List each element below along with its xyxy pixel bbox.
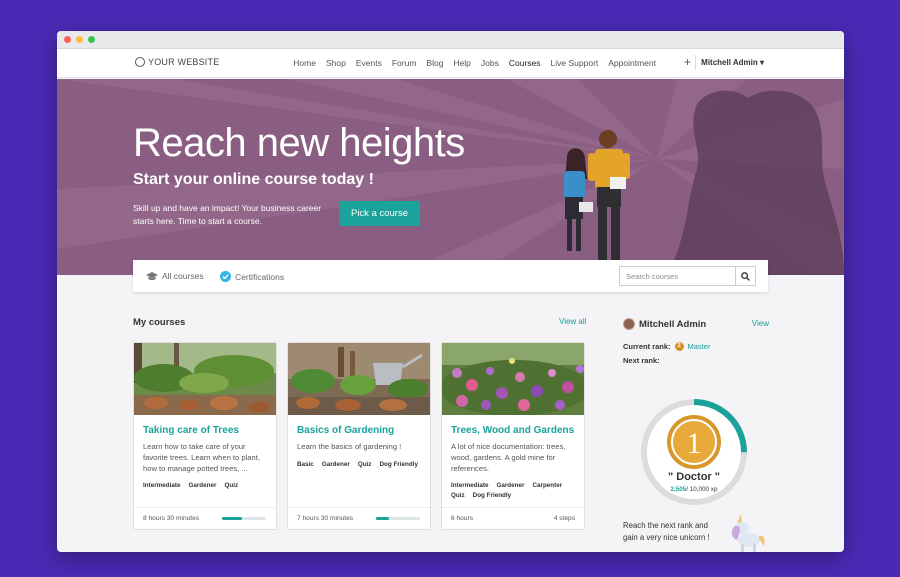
brand-logo[interactable]: YOUR WEBSITE: [135, 57, 219, 67]
current-rank-label: Current rank:: [623, 342, 671, 351]
course-title[interactable]: Trees, Wood and Gardens: [451, 425, 574, 436]
course-steps: 4 steps: [553, 515, 575, 522]
rank-medal-icon: 2: [674, 342, 684, 351]
course-image-gardening: [288, 343, 430, 415]
course-card-trees[interactable]: Taking care of Trees Learn how to take c…: [133, 342, 277, 530]
pick-course-button[interactable]: Pick a course: [339, 201, 420, 226]
search-input[interactable]: Search courses: [620, 267, 735, 285]
course-footer: 8 hours 30 minutes: [134, 507, 276, 529]
course-progress-bar: [376, 517, 420, 520]
course-tag[interactable]: Gardener: [188, 482, 216, 489]
course-tag[interactable]: Gardener: [322, 461, 350, 468]
nav-appointment[interactable]: Appointment: [608, 58, 656, 68]
user-menu[interactable]: Mitchell Admin ▾: [701, 58, 764, 67]
course-tag[interactable]: Dog Friendly: [473, 492, 511, 499]
profile-name-text: Mitchell Admin: [639, 318, 707, 330]
rank-progress-gauge: 1 " Doctor " 2,505/ 10,000 xp: [640, 398, 748, 506]
xp-progress-text: 2,505/ 10,000 xp: [671, 486, 718, 493]
window-chrome: [57, 31, 844, 49]
next-rank-name: " Doctor ": [668, 471, 720, 483]
course-tag[interactable]: Intermediate: [143, 482, 180, 489]
next-rank-label: Next rank:: [623, 356, 660, 365]
hero-text: Skill up and have an impact! Your busine…: [133, 203, 322, 226]
view-all-link[interactable]: View all: [559, 317, 586, 326]
course-card-trees-wood[interactable]: Trees, Wood and Gardens A lot of nice do…: [441, 342, 585, 530]
course-tags: Intermediate Gardener Carpenter Quiz Dog…: [451, 482, 581, 499]
hero-illustration-people: [564, 130, 630, 263]
nav-courses[interactable]: Courses: [509, 58, 541, 68]
course-tag[interactable]: Basic: [297, 461, 314, 468]
tab-certifications[interactable]: Certifications: [220, 271, 284, 282]
tab-all-courses-label: All courses: [162, 271, 204, 281]
brand-name: YOUR WEBSITE: [148, 57, 220, 67]
nav-help[interactable]: Help: [453, 58, 470, 68]
close-window-dot[interactable]: [64, 36, 71, 43]
hero-title: Reach new heights: [133, 121, 465, 165]
tab-all-courses[interactable]: All courses: [146, 271, 204, 281]
add-icon[interactable]: +: [684, 55, 691, 69]
nav-home[interactable]: Home: [293, 58, 316, 68]
minimize-window-dot[interactable]: [76, 36, 83, 43]
check-badge-icon: [220, 271, 231, 282]
course-image-flowers: [442, 343, 584, 415]
course-tags: Basic Gardener Quiz Dog Friendly: [297, 461, 427, 468]
course-description: Learn the basics of gardening !: [297, 442, 402, 451]
course-footer: 6 hours 4 steps: [442, 507, 584, 529]
course-tag[interactable]: Carpenter: [532, 482, 562, 489]
maximize-window-dot[interactable]: [88, 36, 95, 43]
nav-events[interactable]: Events: [356, 58, 382, 68]
course-tag[interactable]: Quiz: [224, 482, 238, 489]
course-title[interactable]: Basics of Gardening: [297, 425, 394, 436]
next-rank-message: Reach the next rank and gain a very nice…: [623, 521, 710, 542]
search-icon: [741, 271, 750, 281]
globe-icon: [135, 57, 145, 67]
avatar: [623, 318, 635, 330]
course-description: Learn how to take care of your favorite …: [143, 442, 260, 473]
course-tag[interactable]: Quiz: [358, 461, 372, 468]
graduation-cap-icon: [146, 271, 158, 280]
top-navbar: YOUR WEBSITE Home Shop Events Forum Blog…: [57, 49, 844, 78]
course-image-trees: [134, 343, 276, 415]
course-tag[interactable]: Dog Friendly: [379, 461, 417, 468]
tab-certifications-label: Certifications: [235, 271, 285, 282]
nav-shop[interactable]: Shop: [326, 58, 346, 68]
course-progress-fill: [222, 517, 242, 520]
course-tag[interactable]: Gardener: [496, 482, 524, 489]
browser-window: YOUR WEBSITE Home Shop Events Forum Blog…: [57, 31, 844, 552]
profile-view-link[interactable]: View: [752, 319, 769, 328]
search-courses: Search courses: [619, 266, 756, 286]
current-rank-value[interactable]: Master: [688, 342, 711, 351]
user-name: Mitchell Admin: [701, 58, 758, 67]
my-courses-title: My courses: [133, 317, 186, 328]
course-tags: Intermediate Gardener Quiz: [143, 482, 273, 489]
course-description: A lot of nice documentation: trees, wood…: [451, 442, 566, 473]
nav-jobs[interactable]: Jobs: [481, 58, 499, 68]
courses-tab-bar: All courses Certifications Search course…: [133, 260, 768, 292]
course-title[interactable]: Taking care of Trees: [143, 425, 239, 436]
nav-blog[interactable]: Blog: [426, 58, 443, 68]
profile-name[interactable]: Mitchell Admin: [623, 318, 706, 330]
search-button[interactable]: [735, 267, 755, 285]
course-card-gardening[interactable]: Basics of Gardening Learn the basics of …: [287, 342, 431, 530]
hero-subtitle: Start your online course today !: [133, 171, 374, 188]
hero-banner: Reach new heights Start your online cour…: [57, 79, 844, 275]
course-footer: 7 hours 30 minutes: [288, 507, 430, 529]
course-progress-bar: [222, 517, 266, 520]
course-duration: 8 hours 30 minutes: [143, 515, 200, 522]
course-tag[interactable]: Quiz: [451, 492, 465, 499]
course-duration: 7 hours 30 minutes: [297, 515, 354, 522]
course-progress-fill: [376, 517, 390, 520]
course-duration: 6 hours: [451, 515, 473, 522]
nav-forum[interactable]: Forum: [392, 58, 417, 68]
course-tag[interactable]: Intermediate: [451, 482, 488, 489]
rank-number: 1: [687, 427, 702, 460]
caret-down-icon: ▾: [759, 58, 764, 67]
current-rank: Current rank: 2 Master: [623, 342, 710, 351]
next-rank: Next rank:: [623, 356, 660, 365]
nav-divider: [695, 55, 696, 70]
main-menu: Home Shop Events Forum Blog Help Jobs Co…: [293, 58, 656, 68]
unicorn-icon: [731, 514, 765, 552]
nav-live-support[interactable]: Live Support: [551, 58, 599, 68]
